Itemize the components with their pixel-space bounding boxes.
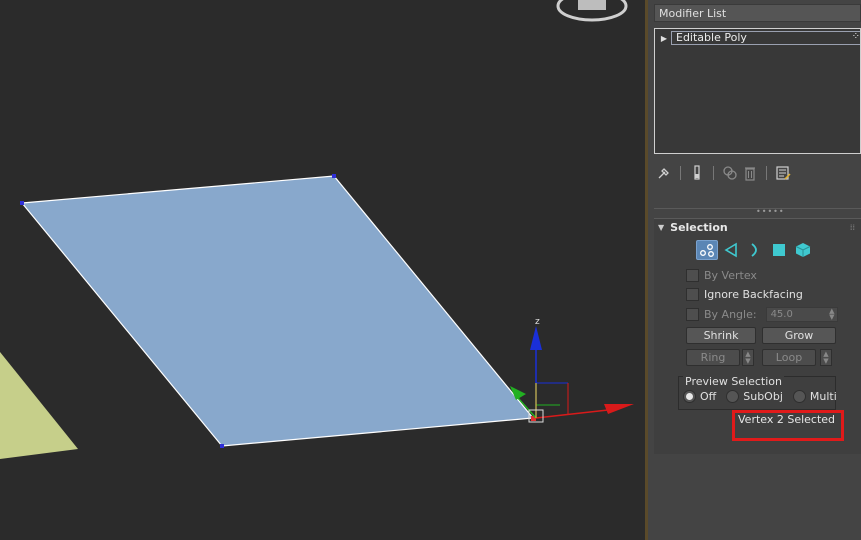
selection-rollout: ▼ Selection ⁞⁞ By Vertex Ignore Backfaci… xyxy=(654,218,861,454)
preview-subobj-radio[interactable] xyxy=(726,390,740,403)
expand-arrow-icon[interactable]: ▶ xyxy=(657,34,671,43)
highlight-annotation-box xyxy=(732,410,844,441)
vertex-handle[interactable] xyxy=(332,174,336,178)
toolbar-separator xyxy=(713,166,714,180)
border-icon[interactable] xyxy=(744,240,766,260)
make-unique-icon[interactable] xyxy=(720,163,740,183)
ring-button[interactable]: Ring xyxy=(686,349,740,366)
configure-modifier-sets-icon[interactable] xyxy=(773,163,793,183)
remove-modifier-icon[interactable] xyxy=(740,163,760,183)
ignore-backfacing-label: Ignore Backfacing xyxy=(704,288,803,301)
rollout-header[interactable]: ▼ Selection xyxy=(658,221,728,234)
preview-selection-group: Preview Selection Off SubObj Multi xyxy=(678,375,837,410)
by-angle-checkbox[interactable] xyxy=(686,308,699,321)
vertex-icon[interactable] xyxy=(696,240,718,260)
modifier-list-dropdown[interactable]: Modifier List xyxy=(654,4,861,22)
preview-multi-label: Multi xyxy=(809,390,837,403)
grow-button[interactable]: Grow xyxy=(762,327,836,344)
preview-selection-title: Preview Selection xyxy=(683,375,785,388)
pin-stack-icon[interactable] xyxy=(654,163,674,183)
stack-item-label: Editable Poly xyxy=(671,31,860,45)
modify-panel: Modifier List ▶ Editable Poly ⁘ ••••• ▼ … xyxy=(648,0,861,540)
vertex-handle[interactable] xyxy=(220,444,224,448)
preview-selection-options: Off SubObj Multi xyxy=(683,390,843,403)
polygon-icon[interactable] xyxy=(768,240,790,260)
rollout-grip-icon[interactable]: ⁞⁞ xyxy=(850,223,855,232)
loop-spinner-icon[interactable]: ▲ ▼ xyxy=(820,349,832,366)
preview-off-label: Off xyxy=(700,390,717,403)
toolbar-separator xyxy=(680,166,681,180)
ignore-backfacing-checkbox[interactable] xyxy=(686,288,699,301)
ignore-backfacing-row: Ignore Backfacing xyxy=(686,288,803,301)
toolbar-separator xyxy=(766,166,767,180)
gizmo-z-label: z xyxy=(535,317,540,327)
preview-subobj-label: SubObj xyxy=(743,390,783,403)
move-gizmo[interactable]: z xyxy=(510,317,634,423)
rollout-title: Selection xyxy=(670,221,728,234)
ring-spinner-icon[interactable]: ▲ ▼ xyxy=(742,349,754,366)
spinner-arrows-icon[interactable]: ▲ ▼ xyxy=(829,308,834,321)
collapse-arrow-icon[interactable]: ▼ xyxy=(658,223,664,232)
by-angle-label: By Angle: xyxy=(704,308,757,321)
preview-multi-radio[interactable] xyxy=(792,390,806,403)
stack-options-icon[interactable]: ⁘ xyxy=(852,31,860,42)
background-object[interactable] xyxy=(0,352,78,459)
resize-grip-icon[interactable]: ••••• xyxy=(756,207,785,216)
viewcube[interactable] xyxy=(556,0,628,22)
viewport-scene: z xyxy=(0,0,634,459)
shrink-button[interactable]: Shrink xyxy=(686,327,756,344)
edge-icon[interactable] xyxy=(720,240,742,260)
loop-button[interactable]: Loop xyxy=(762,349,816,366)
stack-item-editable-poly[interactable]: ▶ Editable Poly ⁘ xyxy=(657,31,860,45)
element-icon[interactable] xyxy=(792,240,814,260)
by-angle-value: 45.0 xyxy=(770,309,793,320)
show-end-result-icon[interactable] xyxy=(687,163,707,183)
modifier-stack[interactable]: ▶ Editable Poly ⁘ xyxy=(654,28,861,154)
by-angle-row: By Angle: 45.0 ▲ ▼ xyxy=(686,307,838,322)
perspective-viewport[interactable]: z xyxy=(0,0,645,540)
subobject-level-toolbar xyxy=(696,240,814,260)
by-vertex-row: By Vertex xyxy=(686,269,757,282)
stack-toolbar xyxy=(654,162,861,184)
by-angle-spinner[interactable]: 45.0 ▲ ▼ xyxy=(765,307,838,322)
by-vertex-checkbox[interactable] xyxy=(686,269,699,282)
preview-off-radio[interactable] xyxy=(683,390,696,403)
vertex-handle[interactable] xyxy=(20,201,24,205)
editable-poly-plane[interactable] xyxy=(20,175,535,447)
by-vertex-label: By Vertex xyxy=(704,269,757,282)
